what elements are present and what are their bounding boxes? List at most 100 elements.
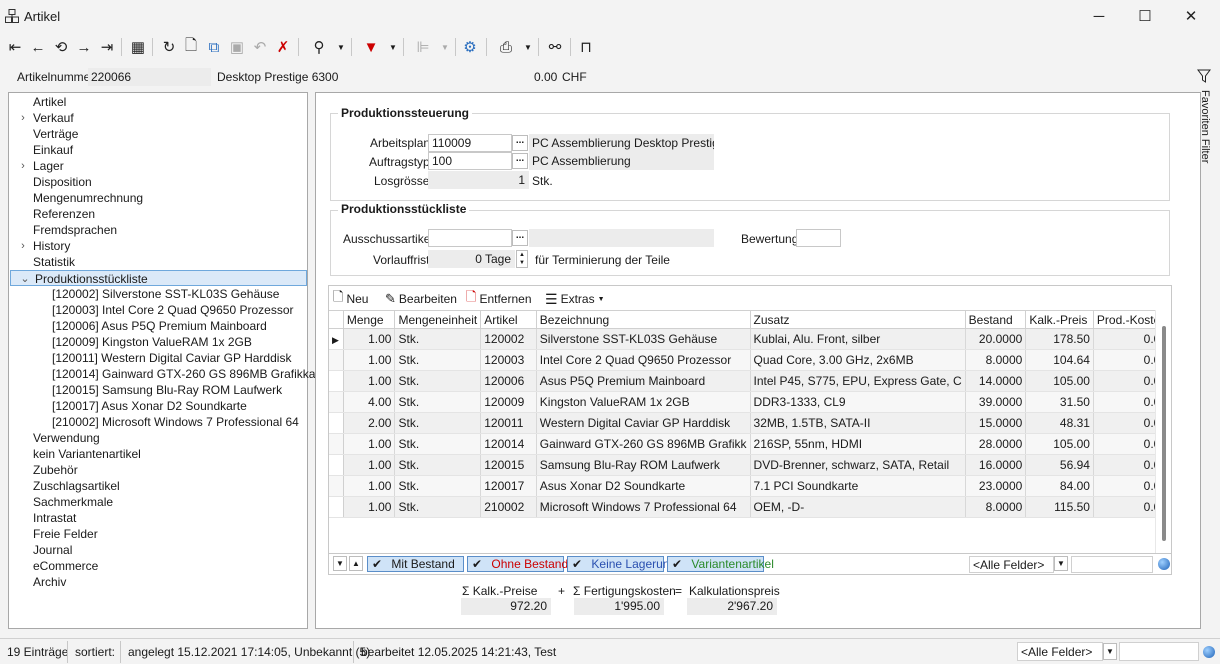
link-icon[interactable]: ⚯ <box>545 36 565 58</box>
table-cell: 104.64 <box>1025 349 1094 371</box>
vorlauffrist-input[interactable]: 0 Tage <box>428 250 515 268</box>
column-header[interactable]: Mengeneinheit <box>394 310 482 329</box>
artikelnummer-input[interactable] <box>88 68 211 86</box>
pin-dropdown-icon[interactable]: ▼ <box>336 36 346 58</box>
grid-search-field-dropdown[interactable]: ▼ <box>1054 556 1068 571</box>
next-record-icon[interactable]: → <box>74 36 94 58</box>
content-panel: Produktionssteuerung Arbeitsplan ... PC … <box>315 92 1201 629</box>
table-row[interactable]: 1.00 Stk. 120014 Gainward GTX-260 GS 896MB … <box>329 433 1172 455</box>
tree-child-label: [120014] Gainward GTX-260 GS 896MB Grafi… <box>52 367 330 381</box>
component-table: Menge Mengeneinheit Artikel Bezeichnung Zusa… <box>329 310 1172 518</box>
column-header[interactable]: Artikel <box>480 310 537 329</box>
ausschussartikel-input[interactable] <box>428 229 512 247</box>
row-indicator <box>329 370 344 392</box>
grid-search-field-select[interactable]: <Alle Felder> <box>969 556 1054 573</box>
table-cell: Stk. <box>394 349 482 371</box>
filter-ohne-bestand[interactable]: ✔ Ohne Bestand <box>467 556 568 572</box>
new-document-icon[interactable]: 🗋 <box>181 36 201 58</box>
table-cell: 216SP, 55nm, HDMI <box>750 433 966 455</box>
scroll-up-button[interactable]: ▲ <box>349 556 363 571</box>
maximize-button[interactable]: ☐ <box>1122 0 1168 32</box>
filter-mit-bestand[interactable]: ✔ Mit Bestand <box>367 556 464 572</box>
refresh-icon[interactable]: ↻ <box>159 36 179 58</box>
tree-item[interactable]: ⌄ Produktionsstückliste <box>10 270 307 286</box>
column-header[interactable]: Kalk.-Preis <box>1025 310 1094 329</box>
previous-record-icon[interactable]: ← <box>28 36 48 58</box>
extras-menu-button[interactable]: ☰ Extras ▼ <box>545 290 605 308</box>
arbeitsplan-lookup-button[interactable]: ... <box>512 135 528 151</box>
table-cell: Microsoft Windows 7 Professional 64 <box>536 496 751 518</box>
arbeitsplan-input[interactable] <box>428 134 512 152</box>
first-record-icon[interactable]: ⇤ <box>5 36 25 58</box>
column-header[interactable]: Bezeichnung <box>536 310 751 329</box>
column-header[interactable]: Bestand <box>965 310 1027 329</box>
table-row[interactable]: 1.00 Stk. 210002 Microsoft Windows 7 Profes… <box>329 496 1172 518</box>
column-header[interactable]: Menge <box>343 310 396 329</box>
auftragstyp-lookup-button[interactable]: ... <box>512 153 528 169</box>
tree-item-label: Produktionsstückliste <box>35 272 148 286</box>
table-row[interactable]: 4.00 Stk. 120009 Kingston ValueRAM 1x 2GB DD… <box>329 391 1172 413</box>
scroll-down-button[interactable]: ▼ <box>333 556 347 571</box>
table-row[interactable]: ▶ 1.00 Stk. 120002 Silverstone SST-KL03S Geh… <box>329 328 1172 350</box>
new-row-button[interactable]: 🗋 Neu <box>333 289 368 308</box>
table-cell: Samsung Blu-Ray ROM Laufwerk <box>536 454 751 476</box>
chevron-right-icon[interactable]: › <box>17 158 29 174</box>
edit-row-button[interactable]: ✎ Bearbeiten <box>385 290 457 308</box>
table-cell: 120017 <box>480 475 537 497</box>
edit-row-label: Bearbeiten <box>398 292 457 306</box>
table-view-icon[interactable]: ▦ <box>128 36 148 58</box>
copy-icon[interactable]: ⧉ <box>204 36 224 58</box>
filter-icon[interactable]: ▼ <box>361 36 381 58</box>
history-icon[interactable]: ⟲ <box>51 36 71 58</box>
new-document-icon: 🗋 <box>333 289 344 304</box>
filter-variantenartikel[interactable]: ✔ Variantenartikel <box>667 556 774 572</box>
tree-item-label: Referenzen <box>33 207 96 221</box>
filter-keine-lagerung[interactable]: ✔ Keine Lagerung <box>567 556 676 572</box>
pencil-icon: ✎ <box>385 291 396 306</box>
chevron-down-icon[interactable]: ⌄ <box>19 271 31 287</box>
remove-row-button[interactable]: 🗋 Entfernen <box>466 289 532 308</box>
status-search-field-dropdown[interactable]: ▼ <box>1103 643 1117 660</box>
settings-gear-icon[interactable]: ⚙ <box>460 36 480 58</box>
table-cell: 84.00 <box>1025 475 1094 497</box>
status-search-field-select[interactable]: <Alle Felder> <box>1017 642 1103 661</box>
table-row[interactable]: 1.00 Stk. 120017 Asus Xonar D2 Soundkarte 7.… <box>329 475 1172 497</box>
filter-dropdown-icon[interactable]: ▼ <box>388 36 398 58</box>
kalk-preise-label: Σ Kalk.-Preise <box>462 584 538 598</box>
table-row[interactable]: 2.00 Stk. 120011 Western Digital Caviar GP … <box>329 412 1172 434</box>
globe-icon[interactable] <box>1158 558 1170 570</box>
close-button[interactable]: ✕ <box>1168 0 1214 32</box>
grid-vertical-scrollbar[interactable] <box>1155 310 1171 553</box>
last-record-icon[interactable]: ⇥ <box>97 36 117 58</box>
status-search-input[interactable] <box>1119 642 1199 661</box>
minimize-button[interactable]: ─ <box>1076 0 1122 32</box>
column-header[interactable]: Zusatz <box>750 310 966 329</box>
table-cell: 120015 <box>480 454 537 476</box>
undo-icon: ↶ <box>253 39 267 56</box>
pin-icon[interactable]: ⚲ <box>309 36 329 58</box>
bewertung-input[interactable] <box>796 229 841 247</box>
table-row[interactable]: 1.00 Stk. 120015 Samsung Blu-Ray ROM Laufwe… <box>329 454 1172 476</box>
auftragstyp-input[interactable] <box>428 152 512 170</box>
tree-item-label: Statistik <box>33 255 76 269</box>
table-row[interactable]: 1.00 Stk. 120006 Asus P5Q Premium Mainboard… <box>329 370 1172 392</box>
vorlauffrist-spinner[interactable]: ▲ ▼ <box>516 250 528 268</box>
delete-icon[interactable]: ✗ <box>273 36 293 58</box>
print-dropdown-icon[interactable]: ▼ <box>523 36 533 58</box>
favorites-filter-icon[interactable] <box>1197 69 1211 83</box>
table-cell: 115.50 <box>1025 496 1094 518</box>
table-cell: DVD-Brenner, schwarz, SATA, Retail <box>750 454 966 476</box>
check-icon: ✔ <box>572 557 583 571</box>
stueckliste-grid: 🗋 Neu ✎ Bearbeiten 🗋 Entfernen ☰ Extras … <box>328 285 1172 575</box>
tree-item-label: kein Variantenartikel <box>33 447 141 461</box>
table-cell: 1.00 <box>343 496 396 518</box>
grid-search-input[interactable] <box>1071 556 1153 573</box>
table-row[interactable]: 1.00 Stk. 120003 Intel Core 2 Quad Q9650 Pr… <box>329 349 1172 371</box>
chevron-right-icon[interactable]: › <box>17 110 29 126</box>
chevron-right-icon[interactable]: › <box>17 238 29 254</box>
print-icon[interactable]: ⎙ <box>496 36 516 58</box>
table-cell: Silverstone SST-KL03S Gehäuse <box>536 328 751 350</box>
globe-icon[interactable] <box>1203 646 1215 658</box>
bookmark-icon[interactable]: ⊓ <box>576 36 596 58</box>
ausschussartikel-lookup-button[interactable]: ... <box>512 230 528 246</box>
